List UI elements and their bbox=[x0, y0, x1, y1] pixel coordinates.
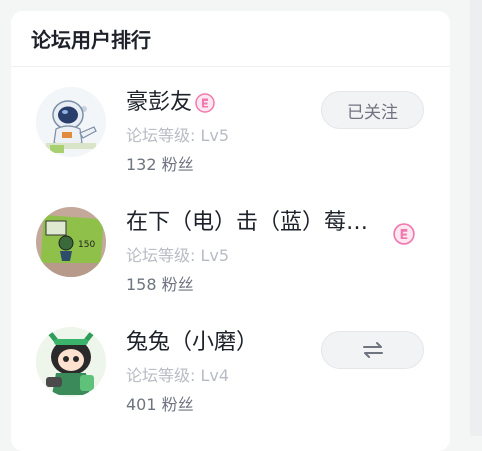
followed-button[interactable]: 已关注 bbox=[321, 91, 424, 129]
avatar[interactable]: 150 bbox=[36, 207, 106, 277]
character-avatar-image bbox=[36, 327, 106, 397]
forum-level: 论坛等级: Lv4 bbox=[126, 366, 230, 385]
fan-count: 401 粉丝 bbox=[126, 395, 194, 414]
username-row: 豪彭友 bbox=[126, 88, 215, 118]
list-item: 豪彭友 论坛等级: Lv5 132 粉丝 已关注 bbox=[11, 77, 450, 187]
creator-badge-icon bbox=[393, 223, 415, 245]
mutual-follow-icon bbox=[361, 340, 385, 360]
avatar[interactable] bbox=[36, 87, 106, 157]
fan-count: 132 粉丝 bbox=[126, 155, 194, 174]
username[interactable]: 豪彭友 bbox=[126, 88, 192, 118]
user-ranking-panel: 论坛用户排行 豪彭友 论坛等级: Lv5 132 粉丝 已关注 150 在下（电… bbox=[11, 11, 450, 451]
mutual-follow-button[interactable] bbox=[321, 331, 424, 369]
title-divider bbox=[11, 66, 450, 67]
avatar[interactable] bbox=[36, 327, 106, 397]
username-row: 在下（电）击（蓝）莓… bbox=[126, 208, 368, 238]
drawing-avatar-image: 150 bbox=[36, 207, 106, 277]
fan-count: 158 粉丝 bbox=[126, 275, 194, 294]
username-row: 兔兔（小磨） bbox=[126, 328, 258, 358]
forum-level: 论坛等级: Lv5 bbox=[126, 246, 230, 265]
astronaut-avatar-image bbox=[36, 87, 106, 157]
page-scroll-gutter bbox=[470, 0, 482, 436]
list-item: 150 在下（电）击（蓝）莓… 论坛等级: Lv5 158 粉丝 bbox=[11, 197, 450, 307]
username[interactable]: 兔兔（小磨） bbox=[126, 328, 258, 358]
list-item: 兔兔（小磨） 论坛等级: Lv4 401 粉丝 bbox=[11, 317, 450, 427]
username[interactable]: 在下（电）击（蓝）莓… bbox=[126, 208, 368, 238]
svg-text:150: 150 bbox=[78, 240, 95, 250]
panel-title: 论坛用户排行 bbox=[31, 28, 151, 52]
forum-level: 论坛等级: Lv5 bbox=[126, 126, 230, 145]
creator-badge-icon bbox=[195, 93, 215, 113]
